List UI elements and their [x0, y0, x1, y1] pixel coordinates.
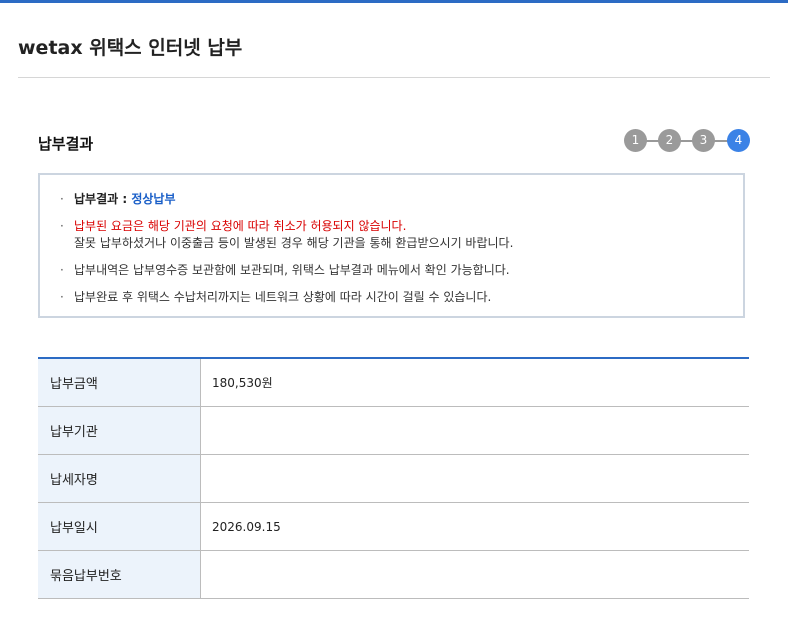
step-indicator: 1 2 3 4 [624, 129, 750, 153]
notice-item-refund: · 납부된 요금은 해당 기관의 요청에 따라 취소가 허용되지 않습니다. 잘… [60, 218, 740, 252]
section-title: 납부결과 [38, 135, 94, 153]
row-value-bundle-number [200, 550, 749, 599]
table-row: 납부금액 180,530원 [38, 358, 749, 407]
step-1: 1 [624, 129, 647, 152]
notice-list: · 납부결과 : 정상납부 · 납부된 요금은 해당 기관의 요청에 따라 취소… [60, 191, 740, 316]
notice-box: · 납부결과 : 정상납부 · 납부된 요금은 해당 기관의 요청에 따라 취소… [38, 173, 745, 318]
bullet-icon: · [60, 219, 64, 233]
row-value-datetime: 2026.09.15 [200, 502, 749, 551]
result-label: 납부결과 : [74, 192, 132, 206]
title-divider [18, 77, 770, 78]
step-3: 3 [692, 129, 715, 152]
row-label-datetime: 납부일시 [38, 502, 201, 551]
page-title: wetax 위택스 인터넷 납부 [18, 37, 243, 59]
table-row: 납부일시 2026.09.15 [38, 502, 749, 551]
refund-detail: 잘못 납부하셨거나 이중출금 등이 발생된 경우 해당 기관을 통해 환급받으시… [74, 236, 514, 250]
top-accent-bar [0, 0, 788, 3]
table-row: 납부기관 [38, 406, 749, 455]
network-note: 납부완료 후 위택스 수납처리까지는 네트워크 상황에 따라 시간이 걸릴 수 … [74, 290, 492, 304]
table-row: 묶음납부번호 [38, 550, 749, 599]
refund-warning: 납부된 요금은 해당 기관의 요청에 따라 취소가 허용되지 않습니다. [74, 219, 407, 233]
bullet-icon: · [60, 263, 64, 277]
notice-item-receipt: · 납부내역은 납부영수증 보관함에 보관되며, 위택스 납부결과 메뉴에서 확… [60, 262, 740, 279]
step-4-current: 4 [727, 129, 750, 152]
notice-item-network: · 납부완료 후 위택스 수납처리까지는 네트워크 상황에 따라 시간이 걸릴 … [60, 289, 740, 306]
row-label-taxpayer: 납세자명 [38, 454, 201, 503]
bullet-icon: · [60, 290, 64, 304]
row-value-institution [200, 406, 749, 455]
row-label-institution: 납부기관 [38, 406, 201, 455]
step-2: 2 [658, 129, 681, 152]
notice-item-result: · 납부결과 : 정상납부 [60, 191, 740, 208]
payment-result-table: 납부금액 180,530원 납부기관 납세자명 납부일시 2026.09.15 … [38, 357, 749, 599]
result-value: 정상납부 [131, 192, 176, 206]
bullet-icon: · [60, 192, 64, 206]
row-value-amount: 180,530원 [200, 358, 749, 407]
row-value-taxpayer [200, 454, 749, 503]
row-label-bundle-number: 묶음납부번호 [38, 550, 201, 599]
row-label-amount: 납부금액 [38, 358, 201, 407]
table-row: 납세자명 [38, 454, 749, 503]
receipt-note: 납부내역은 납부영수증 보관함에 보관되며, 위택스 납부결과 메뉴에서 확인 … [74, 263, 510, 277]
